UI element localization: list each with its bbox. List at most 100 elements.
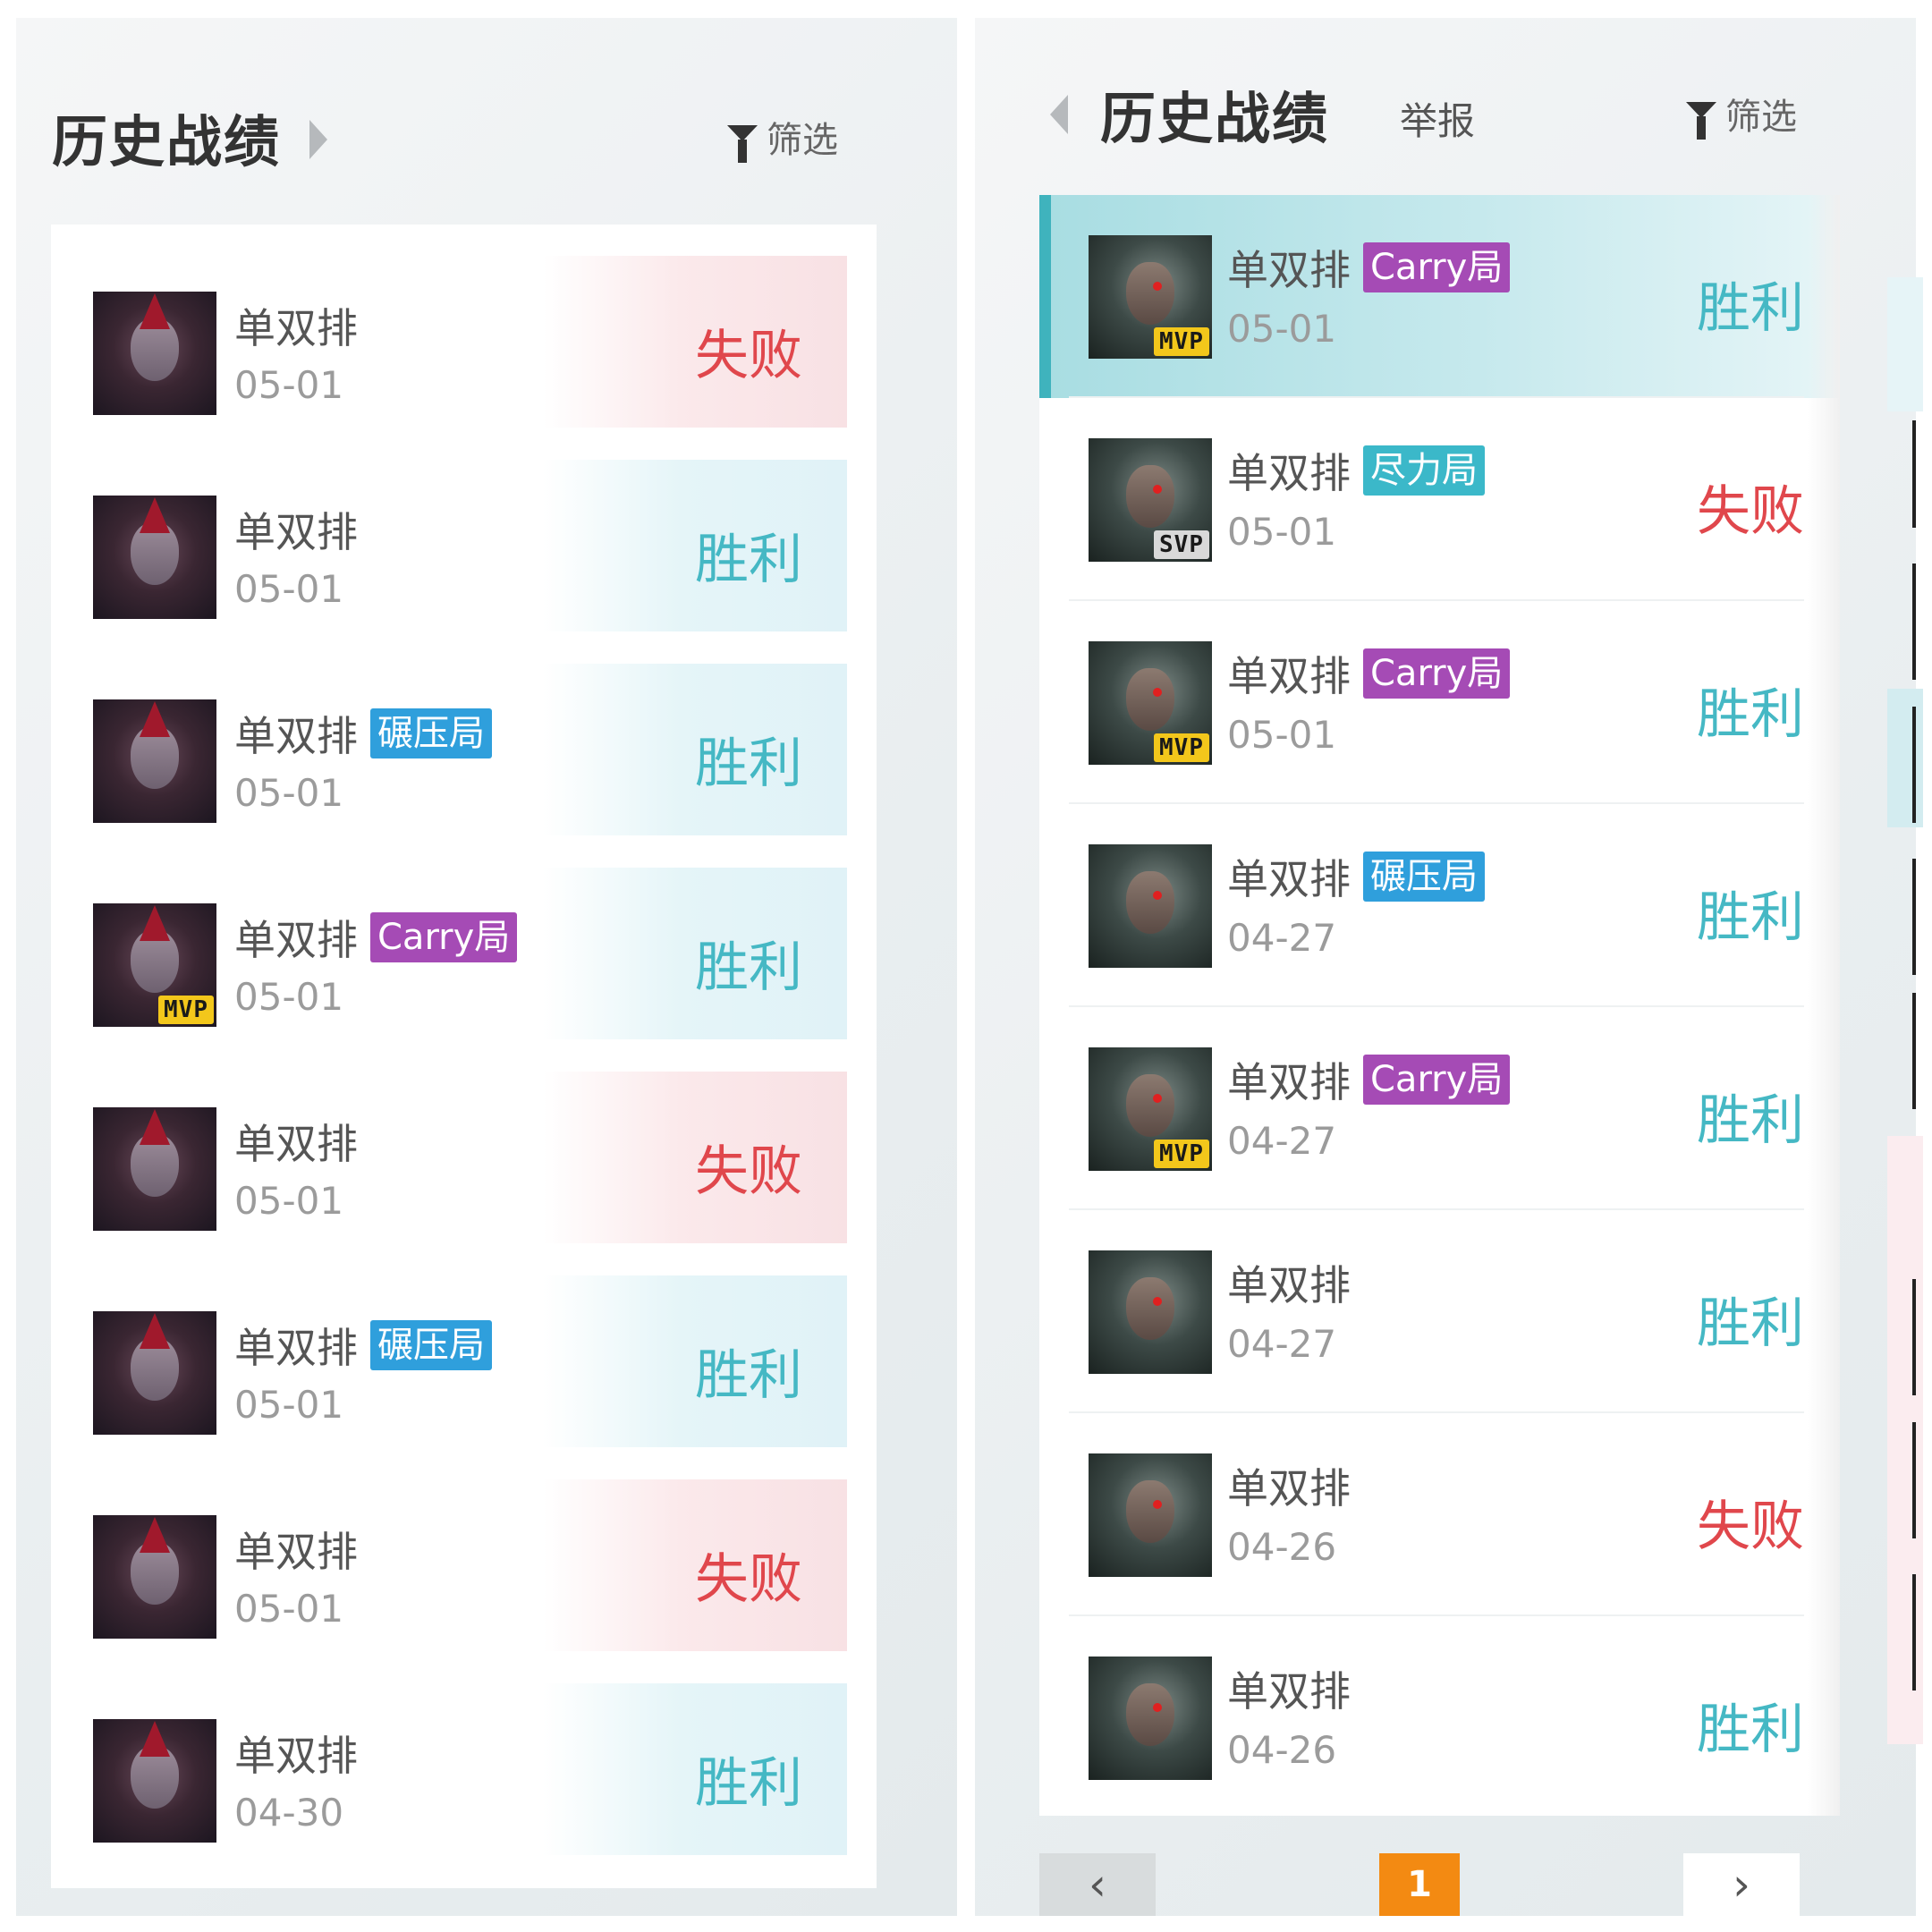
match-result: 胜利 [1697, 277, 1804, 340]
mode-label: 单双排 [234, 1120, 358, 1168]
mvp-badge: MVP [1154, 1140, 1209, 1168]
match-result: 胜利 [695, 733, 802, 795]
match-mode: 单双排 [234, 1520, 358, 1579]
filter-button[interactable]: 筛选 [1686, 88, 1797, 140]
champion-portrait [131, 726, 179, 789]
match-row[interactable]: MVP 单双排 Carry局 05-01 胜利 [1039, 195, 1840, 398]
next-page-button[interactable]: › [1683, 1853, 1800, 1916]
match-mode: 单双排 [234, 296, 358, 355]
champion-avatar [93, 699, 216, 823]
performance-tag: Carry局 [1363, 648, 1511, 699]
mvp-badge: MVP [158, 996, 214, 1024]
champion-avatar [1089, 1657, 1212, 1780]
match-result: 胜利 [1697, 1699, 1804, 1761]
match-row[interactable]: MVP 单双排 Carry局 05-01 胜利 [51, 836, 877, 1040]
filter-button[interactable]: 筛选 [727, 111, 838, 163]
match-date: 05-01 [234, 975, 344, 1019]
match-mode: 单双排 碾压局 [234, 704, 492, 763]
page-title: 历史战绩 [52, 109, 282, 174]
edge-block [1887, 689, 1923, 827]
match-mode: 单双排 碾压局 [234, 1316, 492, 1375]
mode-label: 单双排 [234, 508, 358, 556]
champion-avatar: SVP [1089, 438, 1212, 562]
match-row[interactable]: 单双排 05-01 胜利 [51, 428, 877, 632]
right-history-panel: 历史战绩 举报 筛选 MVP 单双排 Carry局 05-01 胜利 SVP 单双排 尽力局 0… [975, 18, 1916, 1916]
performance-tag: Carry局 [370, 912, 518, 962]
mode-label: 单双排 [234, 916, 358, 964]
right-panel-header: 历史战绩 举报 筛选 [975, 18, 1916, 206]
match-row[interactable]: 单双排 05-01 失败 [51, 1040, 877, 1244]
report-button[interactable]: 举报 [1400, 91, 1475, 146]
match-mode: 单双排 [234, 1724, 358, 1783]
edge-block [1887, 1136, 1923, 1744]
match-date: 05-01 [234, 1587, 344, 1631]
caret-left-icon[interactable] [1050, 95, 1068, 134]
match-date: 05-01 [1227, 307, 1337, 351]
match-row[interactable]: 单双排 05-01 失败 [51, 1448, 877, 1652]
performance-tag: 碾压局 [1363, 852, 1485, 902]
champion-avatar [1089, 1250, 1212, 1374]
left-panel-header: 历史战绩 筛选 [16, 18, 957, 206]
match-result: 胜利 [1697, 683, 1804, 746]
current-page-indicator[interactable]: 1 [1379, 1853, 1460, 1916]
champion-portrait [1126, 1277, 1174, 1340]
match-date: 04-30 [234, 1791, 344, 1835]
match-date: 05-01 [1227, 510, 1337, 554]
match-row[interactable]: 单双排 04-30 胜利 [51, 1652, 877, 1856]
performance-tag: 碾压局 [370, 1320, 492, 1370]
match-row[interactable]: 单双排 碾压局 04-27 胜利 [1039, 804, 1840, 1007]
performance-tag: 尽力局 [1363, 445, 1485, 496]
champion-portrait [131, 930, 179, 993]
match-row[interactable]: 单双排 04-27 胜利 [1039, 1210, 1840, 1413]
champion-avatar [93, 1515, 216, 1639]
left-history-panel: 历史战绩 筛选 单双排 05-01 失败 单双排 05-01 胜利 单双排 碾压局 05-01 胜… [16, 18, 957, 1916]
match-mode: 单双排 [1227, 1659, 1351, 1718]
match-date: 05-01 [1227, 713, 1337, 757]
match-result: 胜利 [1697, 1089, 1804, 1152]
match-date: 05-01 [234, 771, 344, 815]
match-row[interactable]: 单双排 04-26 失败 [1039, 1413, 1840, 1616]
match-date: 05-01 [234, 1383, 344, 1427]
scroll-shade [1808, 195, 1840, 1816]
match-mode: 单双排 Carry局 [1227, 644, 1511, 703]
champion-portrait [1126, 668, 1174, 731]
match-row[interactable]: 单双排 04-26 胜利 [1039, 1616, 1840, 1816]
match-row[interactable]: MVP 单双排 Carry局 05-01 胜利 [1039, 601, 1840, 804]
champion-avatar [1089, 1453, 1212, 1577]
caret-right-icon[interactable] [309, 120, 327, 159]
champion-avatar [93, 1107, 216, 1231]
performance-tag: Carry局 [1363, 242, 1511, 292]
match-result: 胜利 [1697, 1292, 1804, 1355]
match-result: 失败 [1697, 1496, 1804, 1558]
edge-divider [1912, 1574, 1916, 1690]
filter-label: 筛选 [767, 120, 838, 161]
match-result: 胜利 [695, 936, 802, 999]
prev-page-button[interactable]: ‹ [1039, 1853, 1156, 1916]
match-result: 失败 [695, 1140, 802, 1203]
match-date: 04-27 [1227, 1119, 1337, 1163]
champion-avatar: MVP [93, 903, 216, 1027]
edge-divider [1912, 707, 1916, 823]
match-date: 04-26 [1227, 1728, 1337, 1772]
match-mode: 单双排 Carry局 [1227, 238, 1511, 297]
funnel-icon [1686, 102, 1716, 140]
filter-label: 筛选 [1725, 97, 1797, 138]
match-result: 失败 [1697, 480, 1804, 543]
match-result: 胜利 [695, 1752, 802, 1815]
match-row[interactable]: 单双排 碾压局 05-01 胜利 [51, 632, 877, 836]
mode-label: 单双排 [234, 712, 358, 760]
champion-portrait [131, 1746, 179, 1809]
match-list: 单双排 05-01 失败 单双排 05-01 胜利 单双排 碾压局 05-01 胜利 MVP 单双排 C… [51, 225, 877, 1888]
champion-portrait [1126, 1074, 1174, 1137]
mode-label: 单双排 [234, 1324, 358, 1372]
match-mode: 单双排 [234, 1112, 358, 1171]
champion-portrait [1126, 262, 1174, 325]
match-row[interactable]: 单双排 碾压局 05-01 胜利 [51, 1244, 877, 1448]
champion-avatar: MVP [1089, 235, 1212, 359]
match-row[interactable]: 单双排 05-01 失败 [51, 225, 877, 428]
match-mode: 单双排 [1227, 1456, 1351, 1515]
match-result: 胜利 [1697, 886, 1804, 949]
performance-tag: Carry局 [1363, 1055, 1511, 1105]
match-row[interactable]: MVP 单双排 Carry局 04-27 胜利 [1039, 1007, 1840, 1210]
match-row[interactable]: SVP 单双排 尽力局 05-01 失败 [1039, 398, 1840, 601]
